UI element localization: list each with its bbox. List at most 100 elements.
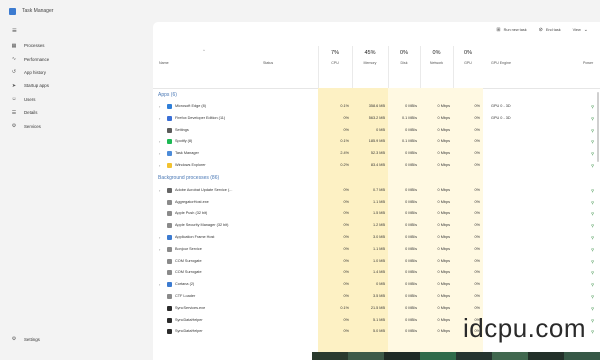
- expand-chevron-icon[interactable]: ›: [159, 163, 160, 168]
- cell-gpu: 0%: [474, 305, 481, 310]
- cell-disk: 0.1 MB/s: [402, 139, 417, 144]
- cell-gpu: 0%: [474, 115, 481, 120]
- expand-chevron-icon[interactable]: ›: [159, 116, 160, 121]
- process-row[interactable]: › Firefox Developer Edition (11) 0% 563.2 M…: [153, 113, 600, 125]
- cell-disk: 0 MB/s: [405, 317, 417, 322]
- sidebar-item-users[interactable]: ☺ Users: [0, 93, 150, 106]
- cell-gpu: 0%: [474, 223, 481, 228]
- process-row[interactable]: › Cortana (2) 0% 0 MB 0 MB/s 0 Mbps 0% ⚲: [153, 279, 600, 291]
- sidebar-item-performance[interactable]: ∿ Performance: [0, 52, 150, 65]
- process-row[interactable]: › Task Manager 2.4% 52.3 MB 0 MB/s 0 Mbps 0% ⚲: [153, 148, 600, 160]
- process-name: Apple Security Manager (32 bit): [175, 223, 229, 228]
- efficiency-leaf-icon: ⚲: [591, 104, 594, 109]
- cell-net: 0 Mbps: [437, 115, 450, 120]
- process-row[interactable]: › Windows Explorer 0.2% 83.4 MB 0 MB/s 0 Mbps…: [153, 160, 600, 172]
- col-cpu[interactable]: 7% CPU: [318, 46, 352, 88]
- process-row[interactable]: CTF Loader 0% 3.5 MB 0 MB/s 0 Mbps 0% ⚲: [153, 291, 600, 303]
- col-memory-percent: 45%: [364, 50, 376, 56]
- column-divider[interactable]: [352, 46, 353, 88]
- col-memory[interactable]: 45% Memory: [352, 46, 388, 88]
- process-row[interactable]: COM Surrogate 0% 1.4 MB 0 MB/s 0 Mbps 0% ⚲: [153, 267, 600, 279]
- expand-chevron-icon[interactable]: ›: [159, 247, 160, 252]
- sidebar-item-app-history[interactable]: ↺ App history: [0, 66, 150, 79]
- process-icon: [167, 162, 172, 168]
- expand-chevron-icon[interactable]: ›: [159, 151, 160, 156]
- column-divider[interactable]: [453, 46, 454, 88]
- cell-mem: 83.4 MB: [370, 162, 385, 167]
- column-divider[interactable]: [420, 46, 421, 88]
- sidebar-item-startup-apps[interactable]: ➤ Startup apps: [0, 79, 150, 92]
- col-name[interactable]: Name: [159, 61, 169, 65]
- cell-disk: 0 MB/s: [405, 162, 417, 167]
- process-name: SyncServices.exe: [175, 305, 206, 310]
- cell-disk: 0.1 MB/s: [402, 115, 417, 120]
- cell-gpu: 0%: [474, 211, 481, 216]
- col-gpu[interactable]: 0% GPU: [453, 46, 483, 88]
- expand-chevron-icon[interactable]: ›: [159, 235, 160, 240]
- column-divider[interactable]: [388, 46, 389, 88]
- efficiency-leaf-icon: ⚲: [591, 162, 594, 168]
- process-row[interactable]: › Spotify (8) 0.1% 185.9 MB 0.1 MB/s 0 Mbps 0%…: [153, 136, 600, 148]
- section-header: Apps (6): [158, 91, 177, 98]
- cell-cpu: 0%: [343, 115, 350, 120]
- expand-chevron-icon[interactable]: ›: [159, 104, 160, 109]
- run-new-task-label: Run new task: [503, 28, 527, 32]
- process-row[interactable]: › Application Frame Host 0% 3.0 MB 0 MB/s 0 M…: [153, 232, 600, 244]
- expand-chevron-icon[interactable]: ›: [159, 188, 160, 193]
- cell-disk: 0 MB/s: [405, 223, 417, 228]
- processes-panel: ⊞ Run new task ⊘ End task View ⌄ ^ Name …: [153, 22, 600, 360]
- run-task-icon: ⊞: [496, 27, 501, 33]
- col-gpu-engine[interactable]: GPU Engine: [491, 61, 511, 65]
- col-power[interactable]: Power: [583, 61, 593, 65]
- process-row[interactable]: COM Surrogate 0% 1.0 MB 0 MB/s 0 Mbps 0% ⚲: [153, 256, 600, 268]
- process-row[interactable]: Apple Security Manager (32 bit) 0% 1.2 MB 0…: [153, 220, 600, 232]
- cell-mem: 1.1 MB: [372, 246, 385, 251]
- process-row[interactable]: › Bonjour Service 0% 1.1 MB 0 MB/s 0 Mbps 0% ⚲: [153, 244, 600, 256]
- cell-gpu: 0%: [474, 151, 481, 156]
- sidebar-item-processes[interactable]: ▦ Processes: [0, 39, 150, 52]
- sidebar-item-services[interactable]: ⚙ Services: [0, 119, 150, 132]
- cell-disk: 0 MB/s: [405, 329, 417, 334]
- cell-mem: 3.0 MB: [372, 234, 385, 239]
- view-label: View: [572, 28, 581, 32]
- end-task-button[interactable]: ⊘ End task: [539, 27, 561, 33]
- cell-gpu: 0%: [474, 246, 481, 251]
- cell-net: 0 Mbps: [437, 246, 450, 251]
- process-name: Microsoft Edge (8): [175, 104, 207, 108]
- process-row[interactable]: AggregatorHost.exe 0% 1.1 MB 0 MB/s 0 Mbps 0%…: [153, 197, 600, 209]
- process-row[interactable]: › Adobe Acrobat Update Service (... 0% 0.7 …: [153, 185, 600, 197]
- col-network[interactable]: 0% Network: [420, 46, 453, 88]
- process-name: Application Frame Host: [175, 234, 215, 239]
- process-name: Task Manager: [175, 151, 199, 156]
- process-icon: [167, 258, 172, 264]
- efficiency-leaf-icon: ⚲: [591, 246, 594, 252]
- view-button[interactable]: View ⌄: [573, 27, 588, 33]
- expand-chevron-icon[interactable]: ›: [159, 282, 160, 287]
- process-list: Apps (6) › Microsoft Edge (8) 0.1% 358.6 MB 0…: [153, 88, 600, 338]
- cell-gpu-engine: GPU 0 - 3D: [491, 115, 511, 120]
- column-divider[interactable]: [318, 46, 319, 88]
- process-icon: [167, 127, 172, 133]
- process-row[interactable]: Apple Push (32 bit) 0% 1.5 MB 0 MB/s 0 Mbps 0…: [153, 208, 600, 220]
- cell-gpu: 0%: [474, 293, 481, 298]
- process-name: Bonjour Service: [175, 246, 202, 251]
- expand-chevron-icon[interactable]: ›: [159, 139, 160, 144]
- cell-mem: 1.5 MB: [372, 211, 385, 216]
- process-row[interactable]: Settings 0% 0 MB 0 MB/s 0 Mbps 0% ⚲: [153, 125, 600, 137]
- sidebar-item-details[interactable]: ☰ Details: [0, 106, 150, 119]
- process-row[interactable]: › Microsoft Edge (8) 0.1% 358.6 MB 0 MB/s 0 M…: [153, 101, 600, 113]
- process-name: SyncDataHelper: [175, 317, 203, 322]
- col-status[interactable]: Status: [263, 61, 273, 65]
- scrollbar[interactable]: [597, 92, 599, 162]
- cell-disk: 0 MB/s: [405, 151, 417, 156]
- sidebar-item-settings[interactable]: ⚙ Settings: [0, 333, 161, 346]
- hamburger-menu-icon[interactable]: ≡: [12, 26, 17, 35]
- column-header: ^ Name Status 7% CPU 45% Memory 0% Disk 0% Netw…: [153, 46, 600, 89]
- efficiency-leaf-icon: ⚲: [591, 115, 594, 121]
- end-task-icon: ⊘: [538, 27, 543, 33]
- col-disk[interactable]: 0% Disk: [388, 46, 420, 88]
- run-new-task-button[interactable]: ⊞ Run new task: [496, 27, 526, 33]
- cell-disk: 0 MB/s: [405, 270, 417, 275]
- process-icon: [167, 246, 172, 252]
- process-name: COM Surrogate: [175, 270, 202, 275]
